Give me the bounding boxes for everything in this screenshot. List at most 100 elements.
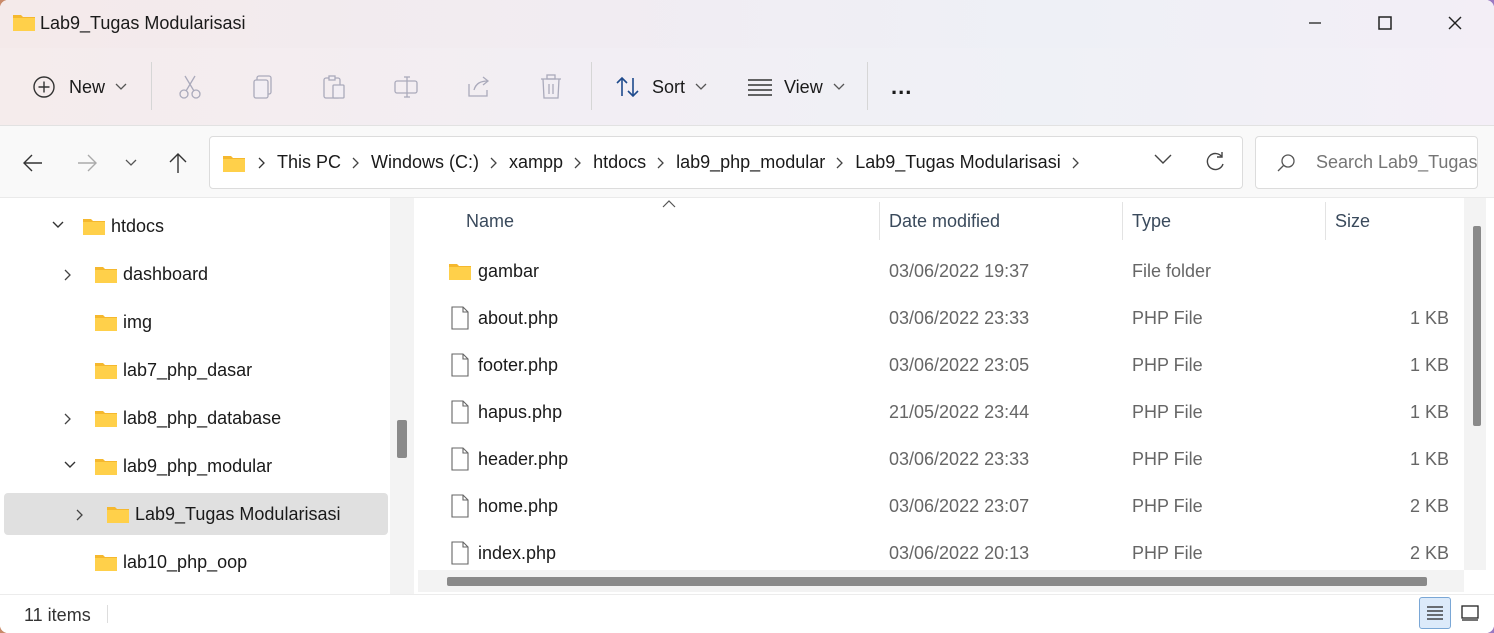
column-header-name[interactable]: Name: [466, 198, 514, 244]
folder-icon: [448, 261, 472, 281]
nav-tree-item[interactable]: lab8_php_database: [0, 397, 388, 439]
chevron-right-icon[interactable]: [352, 157, 360, 169]
new-button[interactable]: New: [32, 70, 127, 104]
breadcrumb-item[interactable]: lab9_php_modular: [676, 152, 825, 173]
folder-icon: [12, 12, 36, 32]
address-bar[interactable]: This PC Windows (C:) xampp htdocs lab9_php_m…: [209, 136, 1243, 189]
column-header-date[interactable]: Date modified: [889, 198, 1000, 244]
minimize-button[interactable]: [1280, 0, 1350, 46]
file-icon: [450, 400, 470, 424]
up-button[interactable]: [163, 148, 193, 178]
chevron-right-icon[interactable]: [64, 413, 72, 425]
file-row[interactable]: footer.php 03/06/2022 23:05 PHP File 1 KB: [418, 343, 1464, 390]
delete-button[interactable]: [539, 70, 563, 104]
file-row[interactable]: hapus.php 21/05/2022 23:44 PHP File 1 KB: [418, 390, 1464, 437]
search-box[interactable]: [1255, 136, 1478, 189]
details-view-button[interactable]: [1419, 597, 1451, 629]
nav-tree-item-label: lab8_php_database: [123, 408, 282, 428]
breadcrumb-item[interactable]: Windows (C:): [371, 152, 479, 173]
folder-icon: [222, 153, 246, 173]
breadcrumb-item[interactable]: This PC: [277, 152, 341, 173]
file-list-horizontal-scrollbar[interactable]: [418, 570, 1464, 592]
navigation-pane-scrollbar[interactable]: [390, 198, 414, 594]
scrollbar-thumb[interactable]: [397, 420, 407, 458]
file-date-modified: 03/06/2022 23:07: [889, 496, 1030, 516]
file-row[interactable]: index.php 03/06/2022 20:13 PHP File 2 KB: [418, 531, 1464, 570]
arrow-right-icon: [76, 153, 98, 173]
file-size: 1 KB: [1409, 308, 1449, 328]
nav-tree-item[interactable]: lab10_php_oop: [0, 541, 388, 583]
sort-button[interactable]: Sort: [615, 70, 707, 104]
file-row[interactable]: gambar 03/06/2022 19:37 File folder: [418, 249, 1464, 296]
file-date-modified: 03/06/2022 23:05: [889, 355, 1030, 375]
chevron-right-icon[interactable]: [574, 157, 582, 169]
cut-button[interactable]: [177, 70, 203, 104]
scrollbar-thumb[interactable]: [1473, 226, 1481, 426]
breadcrumb-item[interactable]: Lab9_Tugas Modularisasi: [855, 152, 1060, 173]
nav-tree-item-label: img: [123, 312, 153, 332]
folder-icon: [94, 264, 118, 284]
file-size: 1 KB: [1409, 449, 1449, 469]
nav-tree-item[interactable]: htdocs: [0, 205, 388, 247]
close-button[interactable]: [1420, 0, 1490, 46]
chevron-right-icon[interactable]: [76, 509, 84, 521]
item-count: 11 items: [24, 605, 91, 625]
file-size: 2 KB: [1409, 496, 1449, 516]
refresh-button[interactable]: [1204, 151, 1226, 173]
forward-button[interactable]: [72, 148, 102, 178]
file-row[interactable]: about.php 03/06/2022 23:33 PHP File 1 KB: [418, 296, 1464, 343]
column-header-size[interactable]: Size: [1335, 198, 1370, 244]
address-history-button[interactable]: [1154, 153, 1172, 165]
nav-tree-item[interactable]: dashboard: [0, 253, 388, 295]
view-button[interactable]: View: [747, 70, 845, 104]
chevron-down-icon[interactable]: [64, 461, 76, 469]
chevron-right-icon[interactable]: [1072, 157, 1080, 169]
nav-tree-item[interactable]: img: [0, 301, 388, 343]
back-button[interactable]: [18, 148, 48, 178]
share-button[interactable]: [466, 70, 492, 104]
more-options-button[interactable]: ...: [891, 70, 912, 104]
file-type: PHP File: [1132, 449, 1203, 469]
file-icon: [450, 447, 470, 471]
file-list: Name Date modified Type Size gambar 03/06…: [418, 198, 1464, 570]
recent-locations-button[interactable]: [116, 148, 146, 178]
rename-button[interactable]: [393, 70, 421, 104]
plus-circle-icon: [32, 75, 56, 99]
column-divider[interactable]: [1122, 202, 1123, 240]
file-size: 1 KB: [1409, 355, 1449, 375]
chevron-right-icon[interactable]: [490, 157, 498, 169]
scissors-icon: [177, 74, 203, 100]
nav-tree-item-label: Lab9_Tugas Modularisasi: [135, 504, 341, 524]
file-row[interactable]: header.php 03/06/2022 23:33 PHP File 1 KB: [418, 437, 1464, 484]
breadcrumb-item[interactable]: htdocs: [593, 152, 646, 173]
column-header-type[interactable]: Type: [1132, 198, 1171, 244]
status-divider: [107, 605, 108, 623]
paste-button[interactable]: [321, 70, 347, 104]
chevron-right-icon[interactable]: [836, 157, 844, 169]
chevron-right-icon[interactable]: [657, 157, 665, 169]
nav-tree-item[interactable]: lab7_php_dasar: [0, 349, 388, 391]
file-type: PHP File: [1132, 496, 1203, 516]
maximize-button[interactable]: [1350, 0, 1420, 46]
nav-tree-item-label: lab9_php_modular: [123, 456, 273, 476]
column-divider[interactable]: [879, 202, 880, 240]
tiles-view-button[interactable]: [1454, 597, 1486, 629]
folder-icon: [94, 456, 118, 476]
chevron-down-icon[interactable]: [52, 221, 64, 229]
file-type: PHP File: [1132, 308, 1203, 328]
scrollbar-thumb[interactable]: [447, 577, 1427, 586]
search-input[interactable]: [1316, 152, 1477, 173]
breadcrumb-item[interactable]: xampp: [509, 152, 563, 173]
file-list-vertical-scrollbar[interactable]: [1464, 198, 1486, 570]
nav-tree-item[interactable]: lab9_php_modular: [0, 445, 388, 487]
chevron-right-icon[interactable]: [64, 269, 72, 281]
copy-button[interactable]: [250, 70, 276, 104]
file-name: footer.php: [478, 355, 559, 375]
view-label: View: [784, 76, 823, 97]
nav-tree-item[interactable]: Lab9_Tugas Modularisasi: [4, 493, 388, 535]
rename-icon: [393, 74, 421, 100]
file-type: PHP File: [1132, 402, 1203, 422]
navigation-pane: htdocs dashboard img lab7_php_dasar lab8_php…: [0, 198, 390, 594]
file-row[interactable]: home.php 03/06/2022 23:07 PHP File 2 KB: [418, 484, 1464, 531]
column-divider[interactable]: [1325, 202, 1326, 240]
